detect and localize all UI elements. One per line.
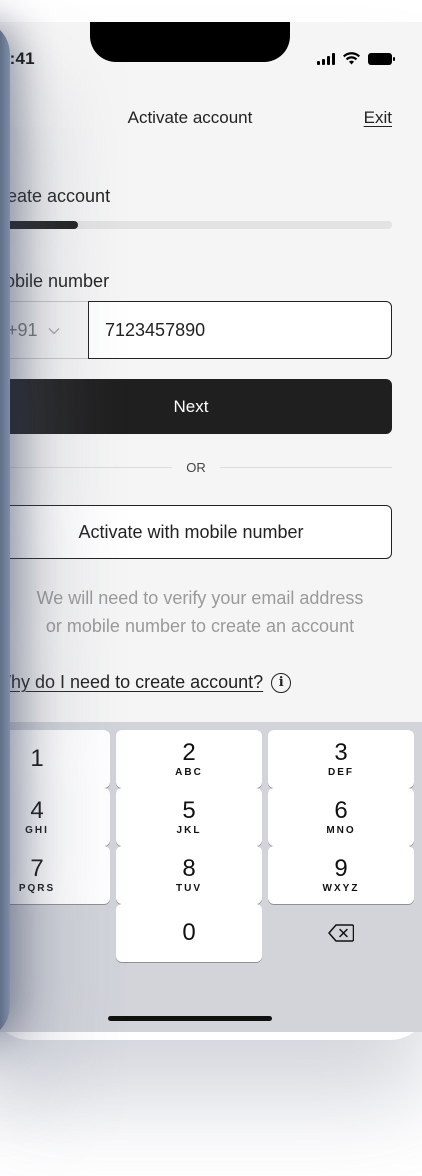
key-number: 3 — [334, 739, 348, 766]
key-letters: PQRS — [18, 883, 56, 894]
progress-bar — [0, 221, 392, 229]
progress-fill — [0, 221, 79, 229]
keyboard-delete-key[interactable] — [268, 904, 414, 962]
phone-row: +91 — [0, 301, 392, 359]
page-title: Activate account — [127, 108, 253, 127]
key-number: 2 — [182, 739, 196, 766]
keyboard-key-6[interactable]: 6 MNO — [268, 788, 414, 846]
divider-line — [0, 466, 173, 468]
key-letters: ABC — [175, 767, 203, 778]
chevron-down-icon — [48, 323, 60, 338]
battery-icon — [368, 52, 395, 65]
why-create-account-link[interactable]: Why do I need to create account? — [0, 672, 263, 693]
key-letters: JKL — [176, 825, 202, 836]
country-code-value: +91 — [7, 319, 38, 340]
key-number: 4 — [30, 797, 44, 824]
verification-info-text: We will need to verify your email addres… — [0, 584, 410, 640]
keyboard-key-5[interactable]: 5 JKL — [116, 788, 262, 846]
device-notch — [90, 22, 290, 62]
keyboard-key-2[interactable]: 2 ABC — [116, 730, 262, 788]
country-code-select[interactable]: +91 — [0, 301, 88, 359]
backspace-icon — [328, 924, 354, 942]
wifi-icon — [343, 52, 360, 65]
mobile-number-label: Mobile number — [0, 271, 110, 291]
stage: 9:41 Activate account Exit Create accoun… — [0, 0, 422, 1176]
divider-line — [219, 466, 392, 468]
info-line-2: or mobile number to create an account — [45, 616, 355, 636]
info-icon[interactable]: i — [271, 672, 292, 693]
key-number: 6 — [334, 797, 348, 824]
key-number: 0 — [182, 919, 196, 946]
key-number: 9 — [334, 855, 348, 882]
device-frame-edge — [0, 20, 10, 1040]
keyboard-key-0[interactable]: 0 — [116, 904, 262, 962]
mobile-number-input[interactable] — [88, 301, 392, 359]
exit-link[interactable]: Exit — [364, 108, 392, 128]
key-number: 1 — [30, 745, 44, 772]
status-icons — [317, 52, 395, 65]
key-letters: GHI — [25, 825, 49, 836]
next-button[interactable]: Next — [0, 379, 392, 434]
keyboard-key-1[interactable]: 1 — [0, 730, 110, 788]
key-number: 7 — [30, 855, 44, 882]
info-line-1: We will need to verify your email addres… — [36, 588, 364, 608]
activate-with-mobile-button[interactable]: Activate with mobile number — [0, 505, 392, 559]
or-divider: OR — [0, 456, 392, 478]
why-create-row: Why do I need to create account? i — [0, 672, 292, 693]
keyboard-key-3[interactable]: 3 DEF — [268, 730, 414, 788]
key-letters: MNO — [326, 825, 356, 836]
key-number: 5 — [182, 797, 196, 824]
section-title: Create account — [0, 186, 111, 206]
keyboard-key-9[interactable]: 9 WXYZ — [268, 846, 414, 904]
numeric-keyboard: 1 2 ABC 3 DEF 4 GHI 5 JKL 6 MNO 7 PQRS 8 TUV 9 WXYZ 0 — [0, 722, 422, 1032]
key-number: 8 — [182, 855, 196, 882]
phone-screen: 9:41 Activate account Exit Create accoun… — [0, 22, 422, 1032]
key-letters: DEF — [328, 767, 354, 778]
home-indicator — [108, 1016, 272, 1021]
keyboard-key-4[interactable]: 4 GHI — [0, 788, 110, 846]
key-letters: TUV — [176, 883, 202, 894]
key-letters: WXYZ — [322, 883, 360, 894]
or-label: OR — [186, 459, 206, 475]
keyboard-key-7[interactable]: 7 PQRS — [0, 846, 110, 904]
keyboard-key-8[interactable]: 8 TUV — [116, 846, 262, 904]
cellular-signal-icon — [317, 52, 335, 65]
